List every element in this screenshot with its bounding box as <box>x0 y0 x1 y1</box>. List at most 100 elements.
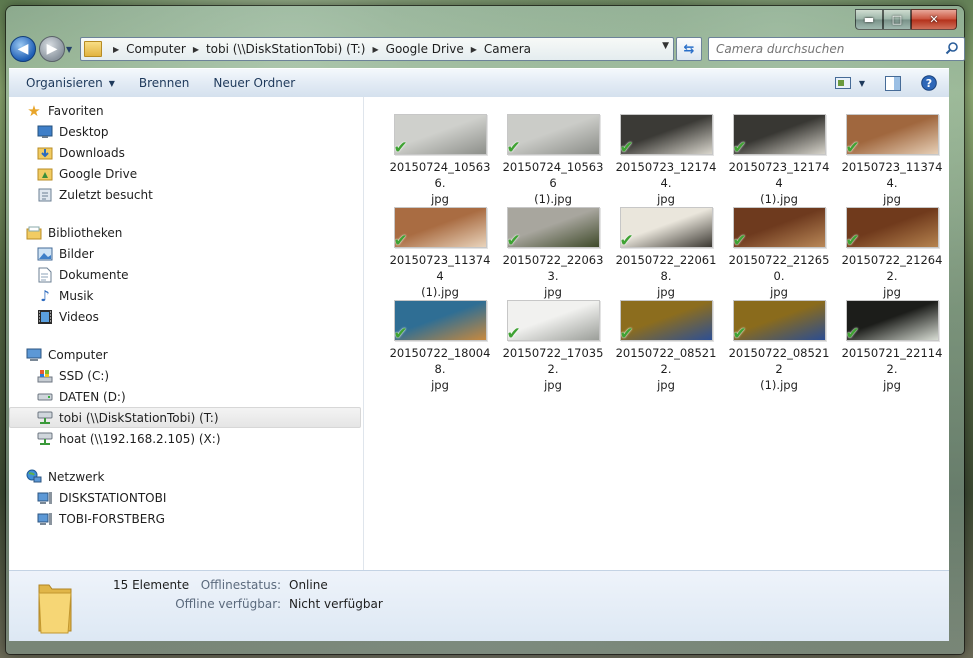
chevron-right-icon[interactable]: ▶ <box>471 45 477 54</box>
nav-videos[interactable]: Videos <box>9 306 363 327</box>
view-thumbnails-icon <box>834 77 851 89</box>
file-item[interactable]: ✔ 20150721_221142. jpg <box>836 300 948 393</box>
file-name-line2: jpg <box>657 285 675 299</box>
nav-favorites[interactable]: ★ Favoriten <box>9 100 363 121</box>
file-thumbnail[interactable]: ✔ <box>393 300 487 344</box>
nav-pictures[interactable]: Bilder <box>9 243 363 264</box>
nav-documents[interactable]: Dokumente <box>9 264 363 285</box>
breadcrumb-camera[interactable]: Camera <box>484 42 531 56</box>
file-thumbnail[interactable]: ✔ <box>732 300 826 344</box>
nav-drive-d[interactable]: DATEN (D:) <box>9 386 363 407</box>
forward-button[interactable]: ▶ <box>39 36 65 62</box>
file-name-line1: 20150722_085212. <box>615 346 717 376</box>
file-item[interactable]: ✔ 20150724_105636. jpg <box>384 114 496 207</box>
nav-videos-label: Videos <box>59 309 99 324</box>
item-count: 15 Elemente <box>113 578 190 592</box>
search-box[interactable] <box>708 37 965 61</box>
file-name: 20150723_121744 (1).jpg <box>727 159 831 207</box>
change-view-button[interactable]: ▼ <box>834 77 865 89</box>
file-item[interactable]: ✔ 20150723_121744 (1).jpg <box>723 114 835 207</box>
address-bar[interactable]: ▶ Computer ▶ tobi (\\DiskStationTobi) (T… <box>80 37 674 61</box>
nav-drive-d-label: DATEN (D:) <box>59 389 126 404</box>
nav-documents-label: Dokumente <box>59 267 129 282</box>
breadcrumb-google-drive[interactable]: Google Drive <box>386 42 464 56</box>
file-item[interactable]: ✔ 20150722_180048. jpg <box>384 300 496 393</box>
file-item[interactable]: ✔ 20150723_121744. jpg <box>610 114 722 207</box>
nav-downloads[interactable]: Downloads <box>9 142 363 163</box>
file-item[interactable]: ✔ 20150723_113744 (1).jpg <box>384 207 496 300</box>
minimize-button[interactable]: ▬ <box>855 9 883 30</box>
file-thumbnail[interactable]: ✔ <box>732 114 826 158</box>
help-icon[interactable]: ? <box>921 75 937 91</box>
file-name-line2: (1).jpg <box>421 285 459 299</box>
new-folder-button[interactable]: Neuer Ordner <box>201 69 307 97</box>
file-thumbnail[interactable]: ✔ <box>732 207 826 251</box>
nav-drive-c[interactable]: SSD (C:) <box>9 365 363 386</box>
file-item[interactable]: ✔ 20150722_212642. jpg <box>836 207 948 300</box>
documents-icon <box>37 267 53 283</box>
chevron-right-icon[interactable]: ▶ <box>113 45 119 54</box>
nav-network[interactable]: Netzwerk <box>9 466 363 487</box>
nav-computer[interactable]: Computer <box>9 344 363 365</box>
file-thumbnail[interactable]: ✔ <box>506 114 600 158</box>
file-item[interactable]: ✔ 20150722_170352. jpg <box>497 300 609 393</box>
burn-button[interactable]: Brennen <box>127 69 201 97</box>
nav-google-drive[interactable]: Google Drive <box>9 163 363 184</box>
file-thumbnail[interactable]: ✔ <box>393 114 487 158</box>
breadcrumb-network-drive[interactable]: tobi (\\DiskStationTobi) (T:) <box>206 42 366 56</box>
nav-drive-t[interactable]: tobi (\\DiskStationTobi) (T:) <box>9 407 361 428</box>
back-arrow-icon: ◀ <box>17 41 29 57</box>
nav-recent-places[interactable]: Zuletzt besucht <box>9 184 363 205</box>
nav-libraries[interactable]: Bibliotheken <box>9 222 363 243</box>
file-name: 20150722_180048. jpg <box>388 345 492 393</box>
videos-icon <box>37 309 53 325</box>
search-icon[interactable] <box>945 41 959 55</box>
file-thumbnail[interactable]: ✔ <box>619 300 713 344</box>
file-thumbnail[interactable]: ✔ <box>845 114 939 158</box>
file-thumbnail[interactable]: ✔ <box>619 207 713 251</box>
nav-tobi-forstberg-label: TOBI-FORSTBERG <box>59 511 165 526</box>
file-name: 20150722_212642. jpg <box>840 252 944 300</box>
chevron-right-icon[interactable]: ▶ <box>372 45 378 54</box>
sync-checkmark-icon: ✔ <box>845 324 860 344</box>
file-thumbnail[interactable]: ✔ <box>393 207 487 251</box>
file-thumbnail[interactable]: ✔ <box>845 207 939 251</box>
sync-checkmark-icon: ✔ <box>506 231 521 251</box>
file-item[interactable]: ✔ 20150722_085212. jpg <box>610 300 722 393</box>
nav-tobi-forstberg[interactable]: TOBI-FORSTBERG <box>9 508 363 529</box>
file-thumbnail[interactable]: ✔ <box>506 300 600 344</box>
nav-desktop[interactable]: Desktop <box>9 121 363 142</box>
nav-google-drive-label: Google Drive <box>59 166 138 181</box>
nav-drive-x[interactable]: hoat (\\192.168.2.105) (X:) <box>9 428 363 449</box>
file-name-line1: 20150722_212650. <box>728 253 830 283</box>
nav-diskstation[interactable]: DISKSTATIONTOBI <box>9 487 363 508</box>
file-name: 20150722_170352. jpg <box>501 345 605 393</box>
file-name-line1: 20150722_220618. <box>615 253 717 283</box>
chevron-right-icon[interactable]: ▶ <box>193 45 199 54</box>
file-item[interactable]: ✔ 20150722_220633. jpg <box>497 207 609 300</box>
file-item[interactable]: ✔ 20150723_113744. jpg <box>836 114 948 207</box>
close-button[interactable]: ✕ <box>911 9 957 30</box>
file-item[interactable]: ✔ 20150722_085212 (1).jpg <box>723 300 835 393</box>
sync-checkmark-icon: ✔ <box>732 324 747 344</box>
preview-pane-icon[interactable] <box>885 75 901 91</box>
maximize-button[interactable]: □ <box>883 9 911 30</box>
file-item[interactable]: ✔ 20150722_220618.jpg <box>610 207 722 300</box>
file-name-line1: 20150722_085212 <box>728 346 830 376</box>
recent-pages-dropdown[interactable]: ▼ <box>66 45 76 54</box>
file-thumbnail[interactable]: ✔ <box>619 114 713 158</box>
address-history-dropdown-icon[interactable]: ▼ <box>662 41 669 51</box>
file-item[interactable]: ✔ 20150724_105636 (1).jpg <box>497 114 609 207</box>
file-thumbnail[interactable]: ✔ <box>506 207 600 251</box>
file-thumbnail[interactable]: ✔ <box>845 300 939 344</box>
address-end-controls: ▼ <box>662 41 669 51</box>
back-button[interactable]: ◀ <box>10 36 36 62</box>
breadcrumb-computer[interactable]: Computer <box>126 42 186 56</box>
sync-checkmark-icon: ✔ <box>393 324 408 344</box>
search-input[interactable] <box>714 41 918 57</box>
file-item[interactable]: ✔ 20150722_212650. jpg <box>723 207 835 300</box>
file-name-line1: 20150723_113744. <box>841 160 943 190</box>
refresh-button[interactable]: ⇆ <box>676 37 702 61</box>
organize-menu[interactable]: Organisieren ▼ <box>9 69 127 97</box>
nav-music[interactable]: ♪ Musik <box>9 285 363 306</box>
